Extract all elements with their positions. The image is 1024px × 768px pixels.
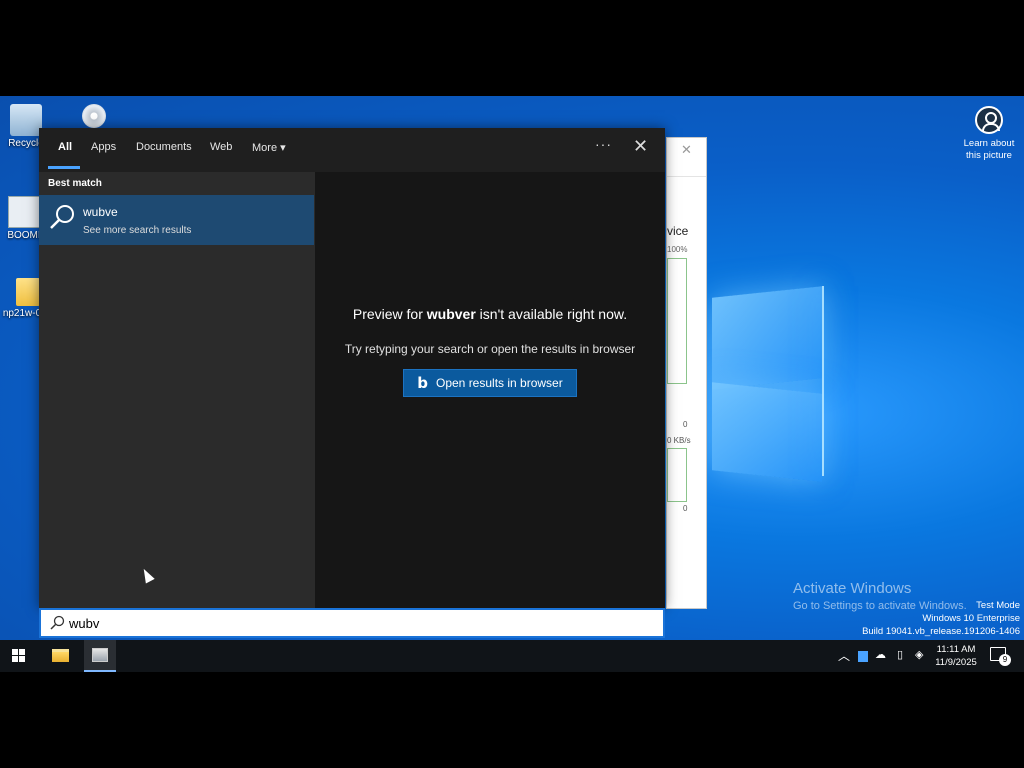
person-icon	[975, 106, 1003, 134]
desktop-icon-disc[interactable]	[64, 104, 124, 130]
windows-logo-icon	[19, 656, 25, 662]
tab-more[interactable]: More ▾	[252, 141, 286, 154]
background-window-title: vice	[667, 224, 689, 238]
start-button[interactable]	[0, 640, 38, 672]
clock-time: 11:11 AM	[936, 644, 976, 655]
activate-windows-title: Activate Windows	[793, 580, 912, 597]
tab-more-label: More	[252, 142, 278, 154]
preview-query: wubver	[426, 306, 476, 322]
chevron-down-icon: ▾	[280, 142, 286, 154]
open-results-in-browser-button[interactable]: b Open results in browser	[403, 369, 577, 397]
tab-documents[interactable]: Documents	[136, 141, 192, 153]
search-tab-bar: All Apps Documents Web More ▾ ··· ✕	[39, 128, 665, 172]
usage-graph	[667, 258, 687, 384]
build-label: Build 19041.vb_release.191206-1406	[862, 626, 1020, 637]
cd-icon	[82, 104, 106, 128]
cloud-icon[interactable]: ☁	[875, 648, 886, 661]
bing-icon: b	[417, 374, 428, 392]
folder-icon	[16, 278, 40, 306]
search-icon	[50, 615, 65, 630]
computer-icon	[8, 196, 40, 228]
close-icon[interactable]: ✕	[681, 142, 692, 158]
preview-prefix: Preview for	[352, 306, 427, 322]
preview-suffix: isn't available right now.	[475, 306, 628, 322]
more-options-button[interactable]: ···	[595, 136, 612, 152]
active-app-indicator	[84, 670, 116, 672]
taskbar-search-box[interactable]	[39, 608, 665, 638]
best-match-result[interactable]: wubve See more search results	[39, 195, 314, 245]
graph-max-label: 100%	[667, 245, 688, 254]
tab-apps[interactable]: Apps	[91, 141, 116, 153]
active-tab-indicator	[48, 166, 80, 169]
clock-date: 11/9/2025	[935, 657, 977, 668]
device-icon[interactable]: ▯	[897, 648, 903, 661]
results-pane: Best match wubve See more search results	[39, 172, 315, 608]
graph-min-label: 0	[683, 504, 688, 513]
desktop: Recycle BOOMI np21w-0 Learn about this p…	[0, 96, 1024, 672]
test-mode-watermark: Test Mode Windows 10 Enterprise Build 19…	[862, 599, 1020, 638]
app-window-icon	[92, 648, 108, 662]
windows-logo-icon	[12, 649, 18, 655]
learn-about-picture[interactable]: Learn about this picture	[958, 106, 1020, 162]
divider	[667, 176, 706, 177]
taskbar-clock[interactable]: 11:11 AM 11/9/2025	[932, 643, 980, 669]
preview-unavailable-message: Preview for wubver isn't available right…	[315, 306, 665, 322]
preview-pane: Preview for wubver isn't available right…	[315, 172, 665, 608]
recycle-bin-icon	[10, 104, 42, 136]
wallpaper-logo-edge	[822, 286, 824, 476]
open-results-label: Open results in browser	[436, 376, 563, 390]
security-icon[interactable]: ◈	[915, 648, 923, 661]
network-graph	[667, 448, 687, 502]
taskbar-app-active[interactable]	[84, 640, 116, 672]
desktop-icon-label: BOOMI	[7, 230, 41, 241]
tab-web[interactable]: Web	[210, 141, 232, 153]
notification-count-badge: 9	[999, 654, 1011, 666]
background-window[interactable]: ✕ vice 100% 0 0 KB/s 0	[666, 137, 707, 609]
search-input[interactable]	[69, 612, 649, 634]
edition-label: Windows 10 Enterprise	[922, 613, 1020, 624]
result-title: wubve	[83, 205, 118, 219]
wallpaper-logo-pane	[712, 286, 822, 390]
result-subtitle: See more search results	[83, 225, 192, 236]
show-hidden-icons-chevron-icon[interactable]: ︿	[838, 647, 850, 664]
folder-icon	[52, 649, 69, 662]
windows-logo-icon	[12, 656, 18, 662]
tab-all[interactable]: All	[58, 141, 72, 153]
graph-rate-label: 0 KB/s	[667, 436, 691, 445]
display-icon[interactable]	[858, 651, 868, 662]
close-button[interactable]: ✕	[633, 137, 648, 155]
wallpaper-logo-pane	[712, 382, 822, 482]
best-match-heading: Best match	[48, 178, 102, 189]
learn-about-picture-label: Learn about this picture	[963, 138, 1015, 161]
taskbar-file-explorer[interactable]	[44, 640, 76, 672]
graph-min-label: 0	[683, 420, 688, 429]
action-center-button[interactable]: 9	[990, 647, 1011, 666]
test-mode-label: Test Mode	[976, 600, 1020, 611]
windows-logo-icon	[19, 649, 25, 655]
search-icon	[50, 205, 74, 229]
desktop-icon-label: np21w-0	[2, 308, 42, 319]
taskbar: ︿ ☁ ▯ ◈ 11:11 AM 11/9/2025 9	[0, 640, 1024, 672]
retry-message: Try retyping your search or open the res…	[344, 342, 636, 356]
start-search-panel: All Apps Documents Web More ▾ ··· ✕ Best…	[39, 128, 665, 608]
